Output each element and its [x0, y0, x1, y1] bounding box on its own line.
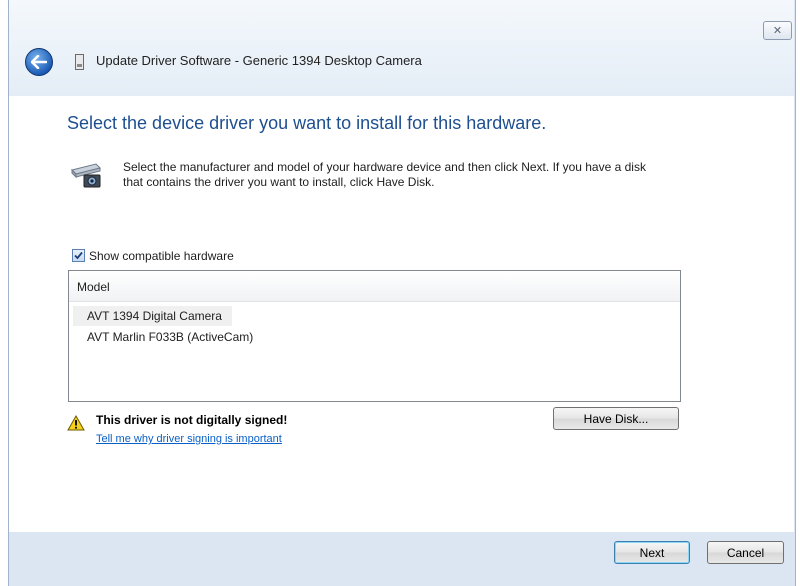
list-column-header[interactable]: Model	[69, 271, 680, 302]
camera-device-icon	[71, 163, 101, 188]
warning-triangle-icon	[67, 415, 85, 431]
cancel-button[interactable]: Cancel	[707, 541, 784, 564]
back-button[interactable]	[25, 48, 53, 76]
next-button[interactable]: Next	[614, 541, 690, 564]
instruction-text: Select the manufacturer and model of you…	[123, 160, 646, 189]
checkmark-icon	[74, 251, 83, 260]
show-compatible-label[interactable]: Show compatible hardware	[89, 249, 234, 263]
driver-signing-link[interactable]: Tell me why driver signing is important	[96, 433, 282, 445]
list-item[interactable]: AVT 1394 Digital Camera	[73, 306, 232, 326]
model-list[interactable]: Model AVT 1394 Digital Camera AVT Marlin…	[68, 270, 681, 402]
have-disk-button[interactable]: Have Disk...	[553, 407, 679, 430]
back-arrow-icon	[31, 55, 47, 69]
title-bar	[9, 0, 794, 96]
device-title-icon	[75, 54, 84, 70]
show-compatible-checkbox[interactable]	[72, 249, 85, 262]
window-title: Update Driver Software - Generic 1394 De…	[96, 53, 422, 68]
unsigned-driver-warning: This driver is not digitally signed!	[96, 413, 288, 427]
column-header-model: Model	[77, 280, 110, 294]
page-heading: Select the device driver you want to ins…	[67, 113, 547, 133]
close-icon: ✕	[772, 24, 783, 37]
close-button[interactable]: ✕	[763, 21, 792, 40]
list-item[interactable]: AVT Marlin F033B (ActiveCam)	[73, 327, 263, 347]
